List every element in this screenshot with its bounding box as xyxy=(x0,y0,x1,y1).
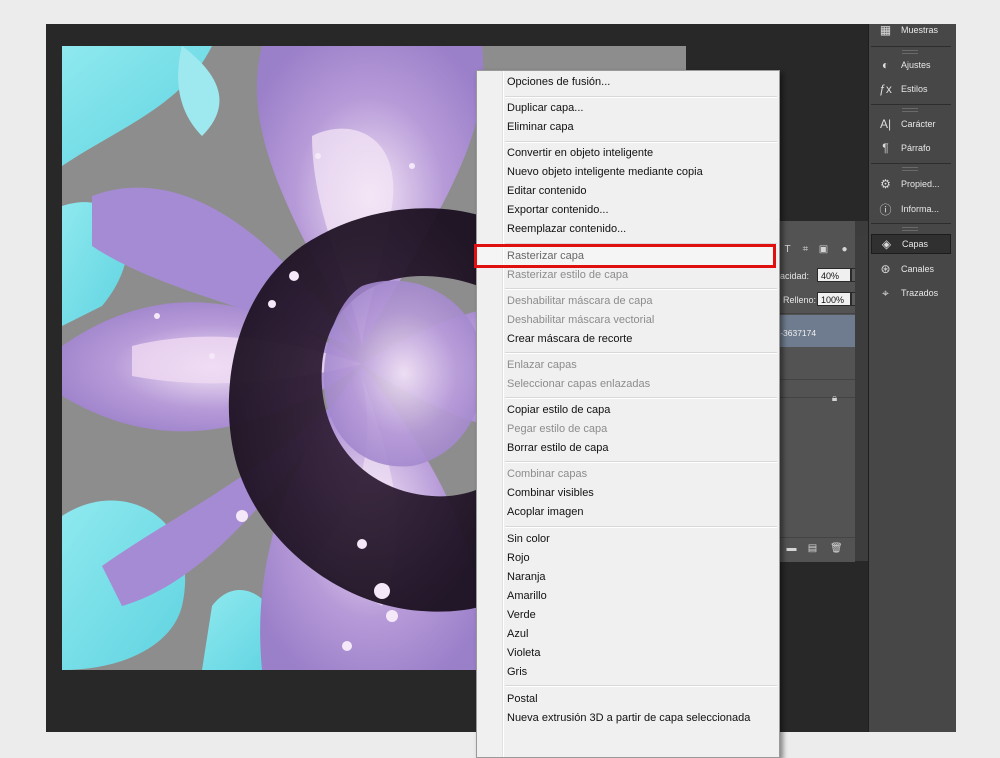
menu-separator xyxy=(505,96,777,98)
dock-item-info[interactable]: ⓘ Informa... xyxy=(871,199,951,219)
adjustments-icon: ◐ xyxy=(881,58,890,72)
dock-item-styles[interactable]: ƒx Estilos xyxy=(871,79,951,99)
menu-separator xyxy=(505,352,777,354)
dock-grip[interactable] xyxy=(902,227,918,231)
filter-toggle-icon[interactable]: ● xyxy=(839,244,850,255)
menu-item-select-linked-layers: Seleccionar capas enlazadas xyxy=(507,378,651,390)
dock-grip[interactable] xyxy=(902,108,918,112)
layer-name: rt-3637174 xyxy=(775,328,817,338)
menu-item-clear-layer-style[interactable]: Borrar estilo de capa xyxy=(507,439,609,458)
menu-item-edit-contents[interactable]: Editar contenido xyxy=(507,182,587,201)
menu-separator xyxy=(505,461,777,463)
menu-item-duplicate-layer[interactable]: Duplicar capa... xyxy=(507,99,583,118)
layer-context-menu: Opciones de fusión... Duplicar capa... E… xyxy=(476,70,780,758)
opacity-label: pacidad: xyxy=(775,271,810,281)
menu-item-merge-visible[interactable]: Combinar visibles xyxy=(507,484,594,503)
new-group-icon[interactable]: ▬ xyxy=(786,543,797,554)
shape-filter-icon[interactable]: ⌗ xyxy=(800,244,811,255)
dock-item-swatches[interactable]: ▦ Muestras xyxy=(871,24,951,40)
menu-item-new-3d-extrusion[interactable]: Nueva extrusión 3D a partir de capa sele… xyxy=(507,709,750,728)
trash-icon[interactable]: 🗑︎ xyxy=(830,543,843,554)
highlight-box xyxy=(474,244,776,268)
menu-item-disable-vector-mask: Deshabilitar máscara vectorial xyxy=(507,314,655,326)
lock-icon: 🔒︎ xyxy=(831,393,838,404)
properties-icon: ⚙ xyxy=(880,177,891,191)
menu-item-postcard[interactable]: Postal xyxy=(507,690,538,709)
dock-separator xyxy=(871,223,951,224)
swatches-icon: ▦ xyxy=(879,24,892,37)
menu-separator xyxy=(505,397,777,399)
menu-item-merge-layers: Combinar capas xyxy=(507,468,588,480)
paragraph-icon: ¶ xyxy=(882,141,889,155)
dock-item-layers[interactable]: ◈ Capas xyxy=(871,234,951,254)
dock-item-label: Trazados xyxy=(901,288,939,298)
smart-object-filter-icon[interactable]: ▣ xyxy=(818,244,829,255)
menu-item-color-violet[interactable]: Violeta xyxy=(507,644,540,663)
menu-item-flatten-image[interactable]: Acoplar imagen xyxy=(507,503,583,522)
dock-item-label: Canales xyxy=(901,264,935,274)
dock-item-label: Estilos xyxy=(901,84,928,94)
menu-item-color-red[interactable]: Rojo xyxy=(507,549,530,568)
info-icon: ⓘ xyxy=(879,202,892,217)
dock-separator xyxy=(871,46,951,47)
fill-input[interactable]: 100% xyxy=(817,292,851,306)
dock-item-adjustments[interactable]: ◐ Ajustes xyxy=(871,55,951,75)
type-filter-icon[interactable]: T xyxy=(782,244,793,255)
menu-item-copy-layer-style[interactable]: Copiar estilo de capa xyxy=(507,401,610,420)
menu-separator xyxy=(505,526,777,528)
menu-item-export-contents[interactable]: Exportar contenido... xyxy=(507,201,609,220)
channels-icon: ⊛ xyxy=(880,262,891,276)
dock-item-paths[interactable]: ⌖ Trazados xyxy=(871,283,951,303)
menu-separator xyxy=(505,288,777,290)
dock-item-label: Propied... xyxy=(901,179,940,189)
dock-item-label: Carácter xyxy=(901,119,936,129)
dock-separator xyxy=(871,163,951,164)
menu-item-blending-options[interactable]: Opciones de fusión... xyxy=(507,73,610,92)
dock-item-paragraph[interactable]: ¶ Párrafo xyxy=(871,138,951,158)
dock-item-character[interactable]: A| Carácter xyxy=(871,114,951,134)
dock-item-label: Capas xyxy=(902,239,929,249)
menu-item-paste-layer-style: Pegar estilo de capa xyxy=(507,423,608,435)
menu-item-delete-layer[interactable]: Eliminar capa xyxy=(507,118,574,137)
menu-item-link-layers: Enlazar capas xyxy=(507,359,577,371)
character-icon: A| xyxy=(879,117,892,131)
panel-scrollbar[interactable] xyxy=(855,235,869,561)
menu-separator xyxy=(505,685,777,687)
menu-separator xyxy=(505,141,777,143)
new-layer-icon[interactable]: ▤ xyxy=(807,543,818,554)
panel-dock: ▦ Muestras ◐ Ajustes ƒx Estilos A| Carác… xyxy=(868,24,956,732)
menu-item-color-none[interactable]: Sin color xyxy=(507,530,550,549)
dock-grip[interactable] xyxy=(902,167,918,171)
menu-item-create-clipping-mask[interactable]: Crear máscara de recorte xyxy=(507,330,632,349)
dock-item-channels[interactable]: ⊛ Canales xyxy=(871,259,951,279)
layers-divider xyxy=(773,313,855,314)
layers-divider xyxy=(773,397,855,398)
dock-item-label: Ajustes xyxy=(901,60,931,70)
menu-item-replace-contents[interactable]: Reemplazar contenido... xyxy=(507,220,626,239)
opacity-input[interactable]: 40% xyxy=(817,268,851,282)
menu-item-convert-smart-object[interactable]: Convertir en objeto inteligente xyxy=(507,144,653,163)
menu-item-rasterize-layer-style: Rasterizar estilo de capa xyxy=(507,269,629,281)
menu-item-color-orange[interactable]: Naranja xyxy=(507,568,546,587)
menu-item-disable-layer-mask: Deshabilitar máscara de capa xyxy=(507,295,653,307)
dock-item-label: Muestras xyxy=(901,25,939,35)
dock-separator xyxy=(871,104,951,105)
layers-divider xyxy=(773,379,855,380)
fill-label: Relleno: xyxy=(783,295,817,305)
styles-icon: ƒx xyxy=(879,82,892,96)
layers-icon: ◈ xyxy=(881,237,892,251)
menu-item-new-smart-object-copy[interactable]: Nuevo objeto inteligente mediante copia xyxy=(507,163,703,182)
dock-item-label: Párrafo xyxy=(901,143,931,153)
paths-icon: ⌖ xyxy=(882,285,889,300)
dock-item-properties[interactable]: ⚙ Propied... xyxy=(871,174,951,194)
menu-item-color-blue[interactable]: Azul xyxy=(507,625,528,644)
dock-item-label: Informa... xyxy=(901,204,940,214)
menu-gutter xyxy=(502,71,504,757)
dock-grip[interactable] xyxy=(902,50,918,54)
menu-item-color-gray[interactable]: Gris xyxy=(507,663,527,682)
menu-item-color-green[interactable]: Verde xyxy=(507,606,536,625)
menu-item-color-yellow[interactable]: Amarillo xyxy=(507,587,547,606)
